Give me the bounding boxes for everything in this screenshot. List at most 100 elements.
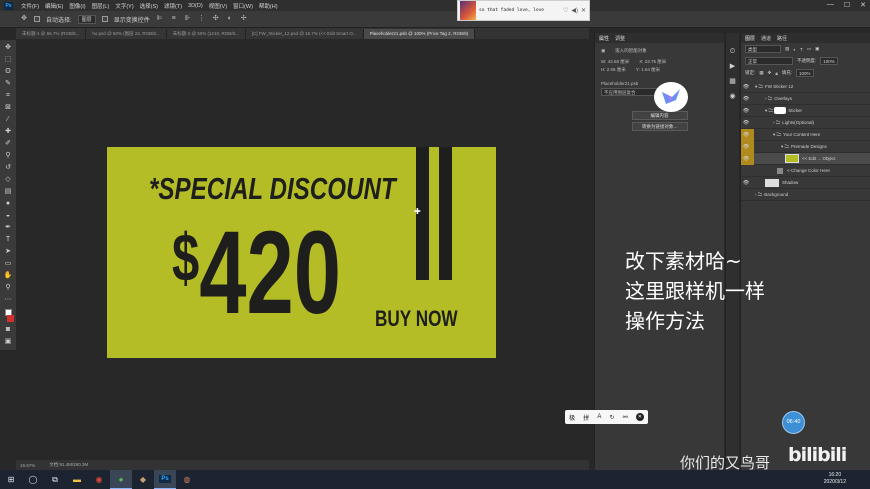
search-icon[interactable]: ◯ xyxy=(22,470,44,489)
more-tools-icon[interactable]: ⋯ xyxy=(4,295,13,304)
price-tag-artboard[interactable]: *SPECIAL DISCOUNT $420 BUY NOW xyxy=(107,147,496,358)
h-value[interactable]: 2.06 厘米 xyxy=(607,67,626,72)
w-value[interactable]: 42.69 厘米 xyxy=(608,59,630,64)
hand-tool-icon[interactable]: ✋ xyxy=(4,271,13,280)
music-taskbar-icon[interactable]: ◍ xyxy=(176,470,198,489)
distribute-icon[interactable]: ⋮ xyxy=(198,15,206,23)
layer-row[interactable]: 👁︎ › 🗀︎ Overlays xyxy=(741,93,870,105)
lock-position-icon[interactable]: ✥ xyxy=(768,70,772,76)
filter-adjust-icon[interactable]: ◐ xyxy=(793,47,796,52)
eyedropper-tool-icon[interactable]: ⁄ xyxy=(4,115,13,124)
layer-row[interactable]: 👁︎ Shadow xyxy=(741,177,870,189)
layer-row[interactable]: 👁︎ › 🗀︎ Lights(Optional) xyxy=(741,117,870,129)
windows-start-icon[interactable]: ⊞ xyxy=(0,470,22,489)
close-icon[interactable]: ✕ xyxy=(581,7,586,14)
doc-tab[interactable]: [C] FW_Sticker_12.psd @ 16.7% (<< Edit S… xyxy=(245,29,364,39)
eye-icon[interactable]: 👁︎ xyxy=(741,156,751,162)
tab-adjustments[interactable]: 调整 xyxy=(615,35,625,42)
opacity-value[interactable]: 100% xyxy=(820,57,838,65)
ime-close-icon[interactable]: ✕ xyxy=(635,413,644,421)
filter-type-icon[interactable]: T xyxy=(800,47,803,52)
menu-help[interactable]: 帮助(H) xyxy=(259,2,278,10)
eye-icon[interactable]: 👁︎ xyxy=(741,132,751,138)
menu-select[interactable]: 选择(S) xyxy=(140,2,158,10)
doc-tab[interactable]: 未标题-1 @ 66.7% (RGB/8... xyxy=(16,29,87,39)
wechat-icon[interactable]: ● xyxy=(110,470,132,489)
menu-window[interactable]: 窗口(W) xyxy=(233,2,253,10)
y-value[interactable]: 1.64 厘米 xyxy=(641,67,660,72)
menu-file[interactable]: 文件(F) xyxy=(21,2,39,10)
show-transform-checkbox[interactable] xyxy=(101,16,108,22)
layer-row-selected[interactable]: 👁︎ << Edit ... Object xyxy=(741,153,870,165)
align-center-icon[interactable]: ≡ xyxy=(170,15,178,23)
ime-link-icon[interactable]: ⚯ xyxy=(623,414,628,421)
menu-view[interactable]: 视图(V) xyxy=(209,2,227,10)
align-right-icon[interactable]: ⊪ xyxy=(184,15,192,23)
crop-tool-icon[interactable]: ⌗ xyxy=(4,91,13,100)
history-panel-icon[interactable]: ⏲ xyxy=(728,47,737,56)
convert-to-linked-button[interactable]: 转换为链接对象... xyxy=(631,122,688,131)
tab-channels[interactable]: 通道 xyxy=(761,35,771,42)
3d-pan-icon[interactable]: ✢ xyxy=(240,15,248,23)
tab-properties[interactable]: 属性 xyxy=(599,35,609,42)
photoshop-taskbar-icon[interactable]: Ps xyxy=(154,470,176,489)
layer-row[interactable]: 👁︎ ▾ 🗀︎ FW Sticker 12 xyxy=(741,81,870,93)
fill-value[interactable]: 100% xyxy=(795,69,814,77)
layer-row[interactable]: 👁︎ ▾ 🗀︎ Your Content Here xyxy=(741,129,870,141)
gradient-tool-icon[interactable]: ▤ xyxy=(4,187,13,196)
menu-type[interactable]: 文字(Y) xyxy=(115,2,133,10)
brush-tool-icon[interactable]: ✐ xyxy=(4,139,13,148)
history-brush-icon[interactable]: ↺ xyxy=(4,163,13,172)
auto-select-checkbox[interactable] xyxy=(34,16,40,22)
3d-mode-icon[interactable]: ✣ xyxy=(212,15,220,23)
tab-paths[interactable]: 路径 xyxy=(777,35,787,42)
taskbar-app-icon[interactable]: ◆ xyxy=(132,470,154,489)
system-clock[interactable]: 16:20 2020/3/12 xyxy=(824,472,846,486)
marquee-tool-icon[interactable]: ⬚ xyxy=(4,55,13,64)
zoom-level[interactable]: 16.67% xyxy=(20,463,35,468)
eye-icon[interactable]: 👁︎ xyxy=(741,144,751,150)
menu-layer[interactable]: 图层(L) xyxy=(92,2,110,10)
eye-icon[interactable]: 👁︎ xyxy=(741,108,751,114)
dodge-tool-icon[interactable]: ◒ xyxy=(4,211,13,220)
volume-icon[interactable]: ◀) xyxy=(571,7,578,14)
eye-icon[interactable]: 👁︎ xyxy=(741,84,751,90)
quick-select-tool-icon[interactable]: ✎ xyxy=(4,79,13,88)
menu-image[interactable]: 图像(I) xyxy=(69,2,85,10)
layer-row[interactable]: <-Change Color Here xyxy=(741,165,870,177)
maximize-button[interactable]: ☐ xyxy=(844,1,850,9)
x-value[interactable]: 23.75 厘米 xyxy=(645,59,667,64)
align-left-icon[interactable]: ⊫ xyxy=(156,15,164,23)
screen-mode-icon[interactable]: ▣ xyxy=(4,337,13,346)
move-tool-icon[interactable]: ✥ xyxy=(20,15,28,23)
blend-mode-select[interactable]: 正常 xyxy=(745,57,793,65)
bird-app-icon[interactable] xyxy=(654,82,688,112)
heart-icon[interactable]: ♡ xyxy=(563,7,568,14)
doc-tab-active[interactable]: Placeholder21.psb @ 100% (Price Tag 2, R… xyxy=(363,29,476,39)
filter-pixel-icon[interactable]: ▨ xyxy=(785,46,789,52)
filter-shape-icon[interactable]: ▭ xyxy=(807,46,811,52)
layer-row[interactable]: › 🗀︎ Background xyxy=(741,189,870,201)
layer-kind-filter[interactable]: 类型 xyxy=(745,45,781,53)
ime-refresh-icon[interactable]: ↻ xyxy=(610,414,615,421)
blur-tool-icon[interactable]: ● xyxy=(4,199,13,208)
lasso-tool-icon[interactable]: ʘ xyxy=(4,67,13,76)
quick-mask-icon[interactable]: ◙ xyxy=(4,325,13,334)
actions-panel-icon[interactable]: ▶ xyxy=(728,62,737,71)
layer-row[interactable]: 👁︎ ▾ 🗀︎ Sticker xyxy=(741,105,870,117)
ime-mode-icon[interactable]: 极 xyxy=(569,413,575,422)
background-color-swatch[interactable] xyxy=(7,315,14,322)
pen-tool-icon[interactable]: ✒ xyxy=(4,223,13,232)
file-explorer-icon[interactable]: ▬ xyxy=(66,470,88,489)
lock-all-icon[interactable]: 🔒︎ xyxy=(775,71,777,76)
doc-tab[interactable]: 未标题-2 @ 50% (1210, RGB/8... xyxy=(166,29,246,39)
menu-edit[interactable]: 编辑(E) xyxy=(45,2,63,10)
task-view-icon[interactable]: ⧉ xyxy=(44,470,66,489)
eye-icon[interactable]: 👁︎ xyxy=(741,120,751,126)
minimize-button[interactable]: — xyxy=(827,1,834,9)
layer-comp-select[interactable]: 不应用图层复合 xyxy=(601,88,661,96)
color-panel-icon[interactable]: ◉ xyxy=(728,92,737,101)
menu-3d[interactable]: 3D(D) xyxy=(188,3,203,9)
tab-layers[interactable]: 图层 xyxy=(745,35,755,42)
ime-pinyin-icon[interactable]: 拼 xyxy=(583,413,589,422)
